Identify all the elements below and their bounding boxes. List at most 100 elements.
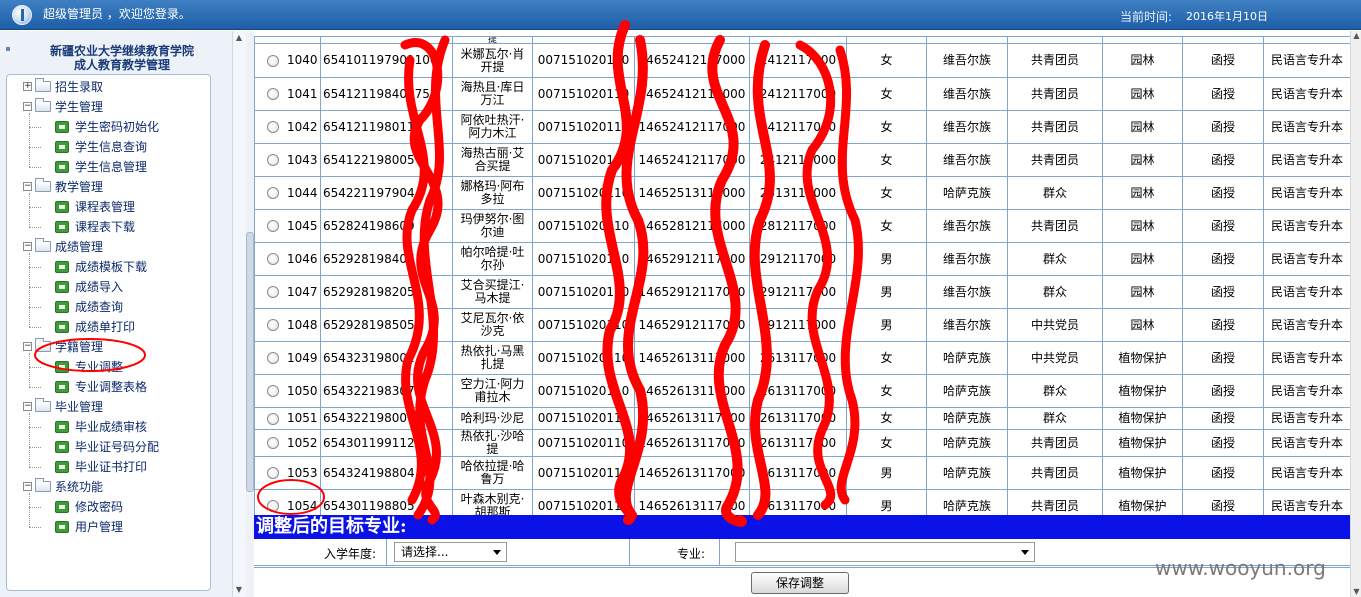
row-radio[interactable] (267, 500, 279, 512)
save-adjustment-button[interactable]: 保存调整 (751, 572, 849, 594)
table-row[interactable]: 1045 652824198609 玛伊努尔·图尔迪 007151020110 1465… (254, 209, 1350, 243)
nav-item-4-1[interactable]: 专业调整表格 (55, 378, 147, 396)
table-row[interactable]: 1041 654121198400752 海热且·库日万江 007151020110 1… (254, 77, 1350, 111)
cell-idcard: 652928198205 (320, 275, 453, 309)
row-radio[interactable] (267, 385, 279, 397)
sidebar-bullet-icon (6, 47, 10, 51)
row-radio[interactable] (267, 54, 279, 67)
nav-item-5-0[interactable]: 毕业成绩审核 (55, 418, 147, 436)
scroll-down-icon[interactable]: ▼ (1352, 587, 1361, 597)
row-radio[interactable] (267, 88, 279, 100)
nav-item-3-1[interactable]: 成绩导入 (55, 278, 123, 296)
cell-code3: 2613117000 (749, 429, 847, 457)
nav-group-6[interactable]: − 系统功能 (23, 478, 103, 496)
table-row[interactable]: 1052 654301199112 热依扎·沙哈提 007151020110 14652… (254, 429, 1350, 457)
row-radio[interactable] (267, 154, 279, 166)
nav-item-label: 专业调整表格 (75, 380, 148, 394)
nav-item-1-1[interactable]: 学生信息查询 (55, 138, 147, 156)
collapse-icon[interactable]: − (23, 182, 32, 191)
main-scroll-thumb[interactable] (246, 232, 254, 492)
row-radio[interactable] (267, 467, 279, 479)
cell-political: 群众 (1007, 374, 1103, 408)
scroll-up-icon[interactable]: ▲ (234, 33, 244, 43)
table-row[interactable]: 1043 654122198005 海热古丽·艾合买提 007151020110 146… (254, 143, 1350, 177)
cell-gender: 女 (846, 143, 927, 177)
table-row[interactable]: 1050 654322198307 空力江·阿力甫拉木 007151020110 146… (254, 374, 1350, 408)
collapse-icon[interactable]: − (23, 242, 32, 251)
sidebar-scrollbar[interactable]: ▲ ▼ (232, 31, 246, 597)
cell-political: 群众 (1007, 176, 1103, 210)
table-row[interactable]: 1042 654121198011 阿依吐热汗·阿力木江 007151020110 14… (254, 110, 1350, 144)
nav-group-3[interactable]: − 成绩管理 (23, 238, 103, 256)
nav-item-4-0[interactable]: 专业调整 (55, 358, 123, 376)
nav-item-6-0[interactable]: 修改密码 (55, 498, 123, 516)
scroll-down-icon[interactable]: ▼ (234, 585, 244, 595)
table-row[interactable]: 1040 654101197901100 米娜瓦尔·肖开提 007151020110 1… (254, 43, 1350, 78)
expand-icon[interactable]: + (23, 82, 32, 91)
nav-item-3-2[interactable]: 成绩查询 (55, 298, 123, 316)
cell-gender: 女 (846, 77, 927, 111)
table-row[interactable]: 1046 652928198407 帕尔哈提·吐尔孙 007151020110 1465… (254, 242, 1350, 276)
nav-item-1-2[interactable]: 学生信息管理 (55, 158, 147, 176)
page-icon (55, 320, 69, 333)
nav-item-3-0[interactable]: 成绩模板下载 (55, 258, 147, 276)
page-scrollbar[interactable]: ▲ ▼ (1350, 31, 1361, 597)
nav-group-1[interactable]: − 学生管理 (23, 98, 103, 116)
collapse-icon[interactable]: − (23, 482, 32, 491)
cell-major: 园林 (1102, 308, 1183, 342)
major-select[interactable] (735, 542, 1035, 562)
cell-name: 海热古丽·艾合买提 (452, 143, 533, 177)
nav-group-5[interactable]: − 毕业管理 (23, 398, 103, 416)
cell-name: 阿依吐热汗·阿力木江 (452, 110, 533, 144)
collapse-icon[interactable]: − (23, 402, 32, 411)
nav-item-2-1[interactable]: 课程表下载 (55, 218, 135, 236)
collapse-icon[interactable]: − (23, 102, 32, 111)
table-row[interactable]: 1048 652928198505 艾尼瓦尔·依沙克 007151020110 1465… (254, 308, 1350, 342)
row-radio[interactable] (267, 121, 279, 133)
scroll-up-icon[interactable]: ▲ (1352, 31, 1361, 41)
row-radio[interactable] (267, 319, 279, 331)
table-row[interactable]: 1047 652928198205 艾合买提江·马木提 007151020110 146… (254, 275, 1350, 309)
row-radio[interactable] (267, 286, 279, 298)
cell-code2: 14652412117000 (634, 143, 750, 177)
cell-form: 函授 (1182, 275, 1264, 309)
table-row[interactable]: 1051 654322198006 哈利玛·沙尼 007151020110 146526… (254, 407, 1350, 430)
row-radio[interactable] (267, 437, 279, 449)
nav-item-6-1[interactable]: 用户管理 (55, 518, 123, 536)
enroll-year-value: 请选择... (401, 545, 449, 559)
nav-item-label: 修改密码 (75, 500, 124, 514)
nav-item-5-2[interactable]: 毕业证书打印 (55, 458, 147, 476)
nav-group-4[interactable]: − 学籍管理 (23, 338, 103, 356)
row-radio[interactable] (267, 220, 279, 232)
cell-political: 共青团员 (1007, 456, 1103, 490)
table-row[interactable]: 1053 654324198804 哈依拉提·哈鲁万 007151020110 1465… (254, 456, 1350, 490)
cell-level: 民语言专升本 (1263, 77, 1350, 111)
nav-group-0[interactable]: + 招生录取 (23, 78, 103, 96)
collapse-icon[interactable]: − (23, 342, 32, 351)
nav-group-2[interactable]: − 教学管理 (23, 178, 103, 196)
cell-level: 民语言专升本 (1263, 143, 1350, 177)
row-radio[interactable] (267, 412, 279, 425)
cell-form: 函授 (1182, 242, 1264, 276)
table-row[interactable]: 1044 654221197904 娜格玛·阿布多拉 007151020110 1465… (254, 176, 1350, 210)
row-radio[interactable] (267, 352, 279, 364)
table-row[interactable]: 1049 654323198002 热依扎·马黑扎提 007151020110 1465… (254, 341, 1350, 375)
row-number: 1041 (287, 86, 318, 101)
cell-idcard: 652928198407 (320, 242, 453, 276)
cell-code2: 14652912117000 (634, 308, 750, 342)
cell-ethnic: 维吾尔族 (926, 77, 1008, 111)
row-radio[interactable] (267, 253, 279, 265)
nav-item-5-1[interactable]: 毕业证号码分配 (55, 438, 159, 456)
row-radio[interactable] (267, 187, 279, 199)
enroll-year-select[interactable]: 请选择... (394, 542, 507, 562)
student-table: 提 1040 654101197901100 米娜瓦尔·肖开提 007151020110… (254, 36, 1350, 523)
nav-item-3-3[interactable]: 成绩单打印 (55, 318, 135, 336)
nav-item-2-0[interactable]: 课程表管理 (55, 198, 135, 216)
nav-item-1-0[interactable]: 学生密码初始化 (55, 118, 159, 136)
cell-idcard: 652928198505 (320, 308, 453, 342)
cell-political: 共青团员 (1007, 43, 1103, 78)
cell-code3: 2912117000 (749, 308, 847, 342)
cell-form: 函授 (1182, 110, 1264, 144)
cell-idcard: 654101197901100 (320, 43, 453, 78)
select-cell: 1044 (254, 176, 321, 210)
